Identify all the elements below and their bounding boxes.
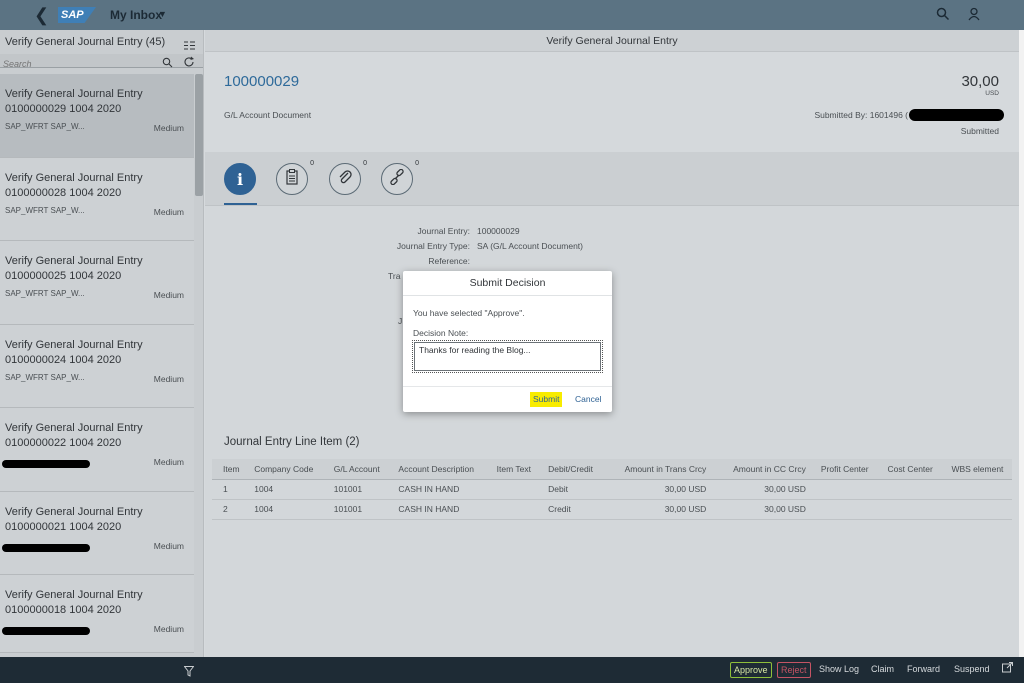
dialog-footer: Submit Cancel	[403, 386, 612, 412]
decision-note-field[interactable]: Thanks for reading the Blog...	[412, 340, 603, 373]
cancel-button[interactable]: Cancel	[575, 392, 601, 407]
submit-decision-dialog: Submit Decision You have selected "Appro…	[403, 271, 612, 412]
dialog-title: Submit Decision	[403, 271, 612, 296]
decision-note-label: Decision Note:	[413, 328, 469, 338]
submit-button[interactable]: Submit	[530, 392, 563, 407]
dialog-message: You have selected "Approve".	[413, 308, 525, 318]
